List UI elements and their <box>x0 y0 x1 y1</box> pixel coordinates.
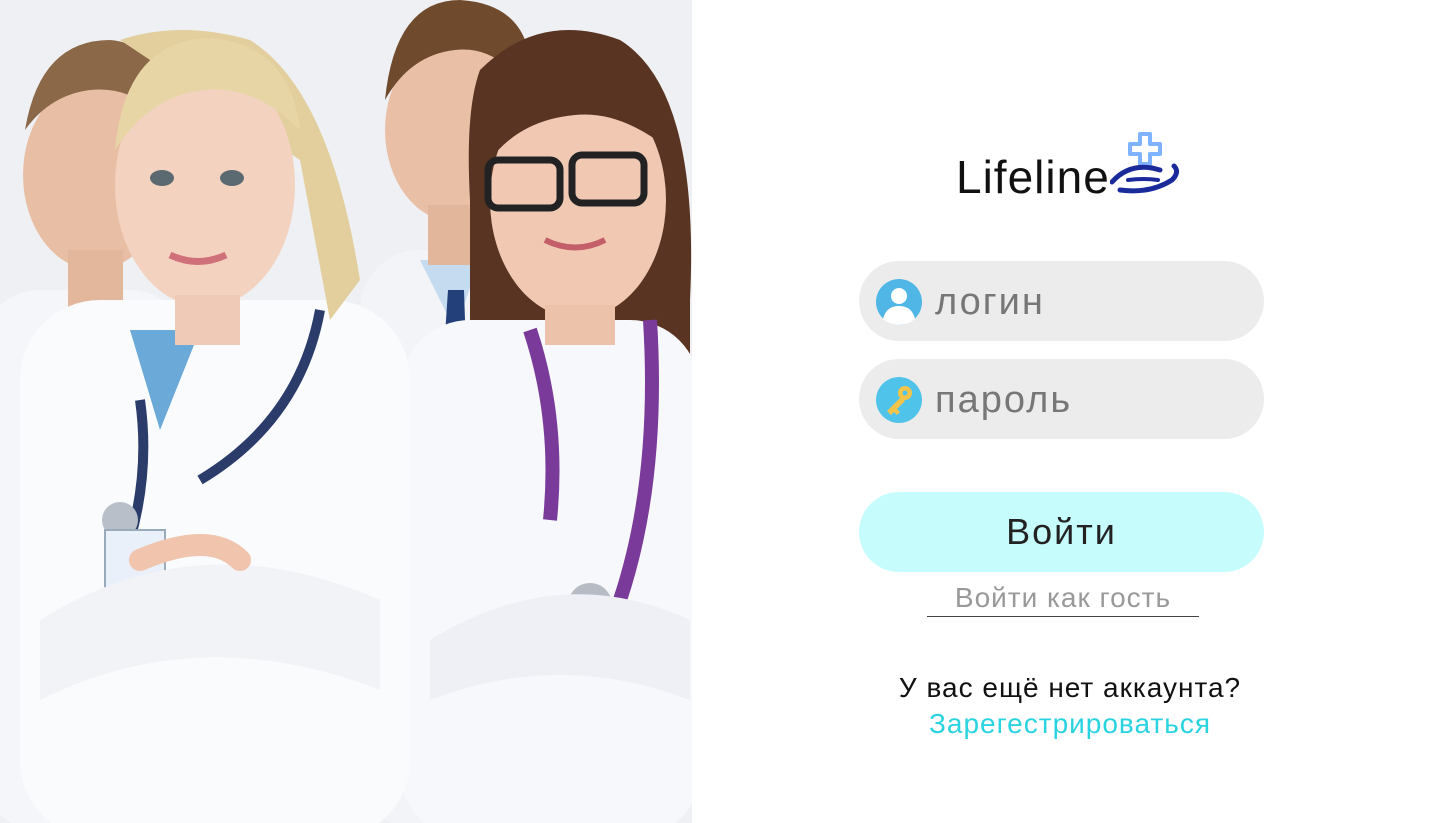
brand-logo: Lifeline <box>956 128 1186 208</box>
login-input[interactable] <box>933 271 1247 333</box>
guest-login-link[interactable]: Войти как гость <box>927 580 1199 617</box>
login-button[interactable]: Войти <box>859 492 1264 572</box>
password-field[interactable] <box>859 359 1264 439</box>
hand-cross-icon <box>1110 132 1180 194</box>
doctors-photo <box>0 0 692 823</box>
no-account-text: У вас ещё нет аккаунта? <box>898 672 1242 703</box>
login-field[interactable] <box>859 261 1264 341</box>
register-link[interactable]: Зарегестрироваться <box>860 706 1280 742</box>
doctors-illustration <box>0 0 692 823</box>
key-icon <box>876 377 922 423</box>
brand-name: Lifeline <box>956 151 1110 203</box>
password-input[interactable] <box>933 369 1247 431</box>
user-icon <box>876 279 922 325</box>
